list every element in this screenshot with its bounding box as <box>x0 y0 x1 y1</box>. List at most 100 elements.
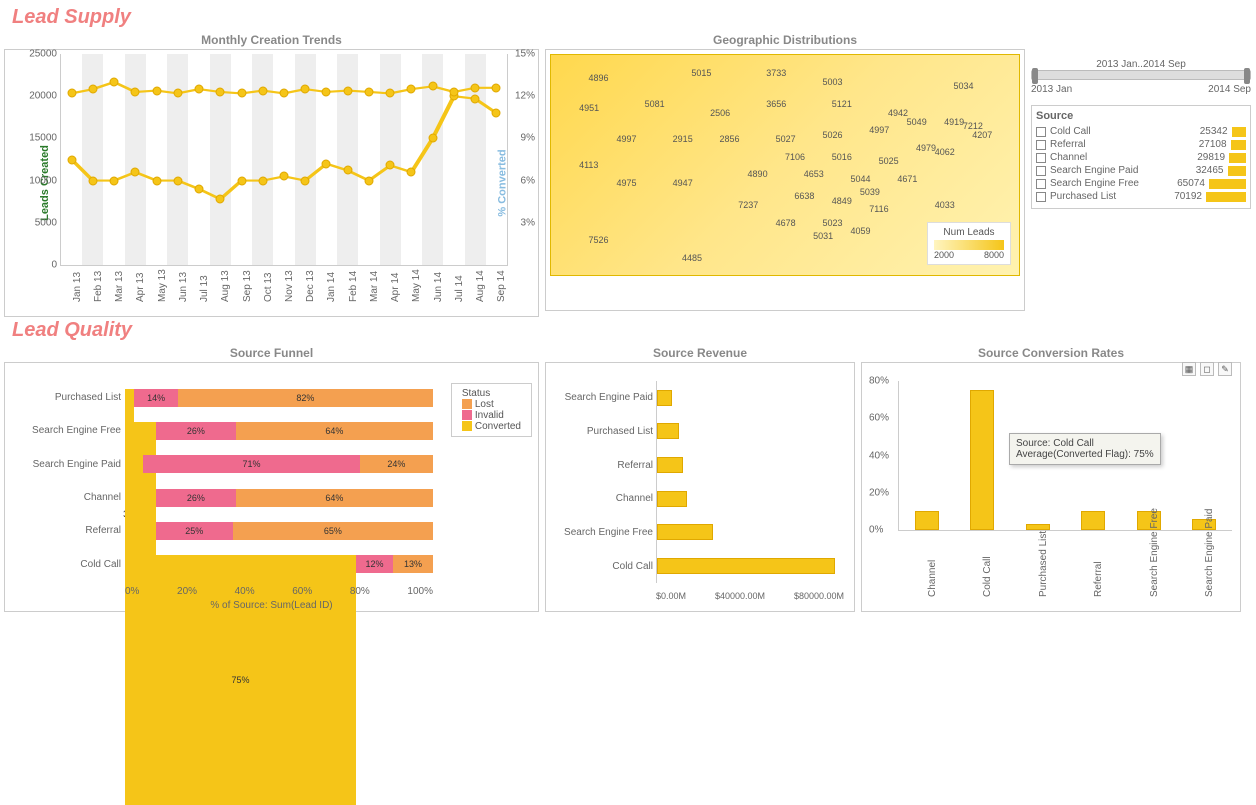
state-value[interactable]: 2856 <box>719 134 739 144</box>
state-value[interactable]: 2506 <box>710 108 730 118</box>
data-point[interactable] <box>216 87 225 96</box>
data-point[interactable] <box>131 87 140 96</box>
revenue-bar[interactable] <box>657 423 679 439</box>
data-point[interactable] <box>237 89 246 98</box>
data-point[interactable] <box>152 176 161 185</box>
funnel-segment[interactable]: 26% <box>156 489 236 507</box>
data-point[interactable] <box>258 176 267 185</box>
state-value[interactable]: 5121 <box>832 99 852 109</box>
state-value[interactable]: 5027 <box>776 134 796 144</box>
state-value[interactable]: 4849 <box>832 196 852 206</box>
data-point[interactable] <box>407 168 416 177</box>
funnel-segment[interactable]: 24% <box>360 455 433 473</box>
state-value[interactable]: 5034 <box>953 81 973 91</box>
state-value[interactable]: 5049 <box>907 117 927 127</box>
conversion-bar[interactable] <box>1081 511 1105 530</box>
funnel-segment[interactable]: 71% <box>143 455 360 473</box>
us-map[interactable]: Num Leads 2000 8000 48965015373350035034… <box>550 54 1020 276</box>
data-point[interactable] <box>195 85 204 94</box>
conversion-bar[interactable] <box>915 511 939 530</box>
state-value[interactable]: 7237 <box>738 200 758 210</box>
grid-icon[interactable]: ▦ <box>1182 362 1196 376</box>
revenue-bar[interactable] <box>657 390 672 406</box>
state-value[interactable]: 5025 <box>879 156 899 166</box>
funnel-segment[interactable]: 13% <box>393 555 433 573</box>
conversion-bar[interactable] <box>970 390 994 530</box>
data-point[interactable] <box>471 83 480 92</box>
state-value[interactable]: 4062 <box>935 147 955 157</box>
revenue-row[interactable]: Purchased List <box>657 418 844 444</box>
funnel-segment[interactable]: 64% <box>236 422 433 440</box>
checkbox-icon[interactable] <box>1036 166 1046 176</box>
funnel-segment[interactable]: 12% <box>356 555 393 573</box>
data-point[interactable] <box>301 85 310 94</box>
state-value[interactable]: 7116 <box>869 204 888 214</box>
revenue-bar[interactable] <box>657 457 683 473</box>
data-point[interactable] <box>322 159 331 168</box>
data-point[interactable] <box>173 89 182 98</box>
state-value[interactable]: 3656 <box>766 99 786 109</box>
data-point[interactable] <box>280 89 289 98</box>
time-slider[interactable]: 2013 Jan..2014 Sep 2013 Jan 2014 Sep <box>1031 59 1251 95</box>
state-value[interactable]: 2915 <box>673 134 693 144</box>
state-value[interactable]: 4997 <box>617 134 637 144</box>
data-point[interactable] <box>152 86 161 95</box>
source-row[interactable]: Search Engine Free65074 <box>1036 178 1246 189</box>
data-point[interactable] <box>322 87 331 96</box>
checkbox-icon[interactable] <box>1036 153 1046 163</box>
funnel-row[interactable]: Search Engine Free10%26%64% <box>125 418 433 444</box>
funnel-row[interactable]: Cold Call75%12%13% <box>125 551 433 577</box>
state-value[interactable]: 4485 <box>682 253 702 263</box>
state-value[interactable]: 7526 <box>588 235 608 245</box>
linechart-plot[interactable]: 05000100001500020000250003%6%9%12%15%Jan… <box>60 54 508 266</box>
data-point[interactable] <box>343 86 352 95</box>
revenue-row[interactable]: Channel <box>657 486 844 512</box>
state-value[interactable]: 5039 <box>860 187 880 197</box>
checkbox-icon[interactable] <box>1036 127 1046 137</box>
revenue-row[interactable]: Search Engine Paid <box>657 385 844 411</box>
state-value[interactable]: 4059 <box>851 226 871 236</box>
state-value[interactable]: 4947 <box>673 178 693 188</box>
data-point[interactable] <box>386 89 395 98</box>
funnel-row[interactable]: Purchased List3%14%82% <box>125 385 433 411</box>
data-point[interactable] <box>492 83 501 92</box>
conversion-bar[interactable] <box>1026 524 1050 530</box>
source-row[interactable]: Referral27108 <box>1036 139 1246 150</box>
state-value[interactable]: 4671 <box>897 174 917 184</box>
state-value[interactable]: 5015 <box>691 68 711 78</box>
state-value[interactable]: 5023 <box>822 218 842 228</box>
data-point[interactable] <box>364 176 373 185</box>
data-point[interactable] <box>343 166 352 175</box>
source-row[interactable]: Channel29819 <box>1036 152 1246 163</box>
funnel-segment[interactable]: 65% <box>233 522 433 540</box>
data-point[interactable] <box>301 176 310 185</box>
state-value[interactable]: 4890 <box>748 169 768 179</box>
data-point[interactable] <box>110 176 119 185</box>
edit-icon[interactable]: ✎ <box>1218 362 1232 376</box>
state-value[interactable]: 5003 <box>822 77 842 87</box>
checkbox-icon[interactable] <box>1036 192 1046 202</box>
state-value[interactable]: 6638 <box>794 191 814 201</box>
data-point[interactable] <box>88 176 97 185</box>
data-point[interactable] <box>110 78 119 87</box>
source-row[interactable]: Search Engine Paid32465 <box>1036 165 1246 176</box>
data-point[interactable] <box>237 176 246 185</box>
state-value[interactable]: 5016 <box>832 152 852 162</box>
state-value[interactable]: 5026 <box>822 130 842 140</box>
state-value[interactable]: 4942 <box>888 108 908 118</box>
state-value[interactable]: 4997 <box>869 125 889 135</box>
source-row[interactable]: Cold Call25342 <box>1036 126 1246 137</box>
state-value[interactable]: 4207 <box>972 130 992 140</box>
state-value[interactable]: 5081 <box>645 99 665 109</box>
state-value[interactable]: 5044 <box>851 174 871 184</box>
state-value[interactable]: 4033 <box>935 200 955 210</box>
data-point[interactable] <box>364 87 373 96</box>
data-point[interactable] <box>407 85 416 94</box>
state-value[interactable]: 4951 <box>579 103 599 113</box>
revenue-row[interactable]: Search Engine Free <box>657 519 844 545</box>
slider-track[interactable] <box>1031 70 1251 80</box>
source-row[interactable]: Purchased List70192 <box>1036 191 1246 202</box>
data-point[interactable] <box>173 176 182 185</box>
state-value[interactable]: 4975 <box>617 178 637 188</box>
funnel-segment[interactable]: 82% <box>178 389 433 407</box>
